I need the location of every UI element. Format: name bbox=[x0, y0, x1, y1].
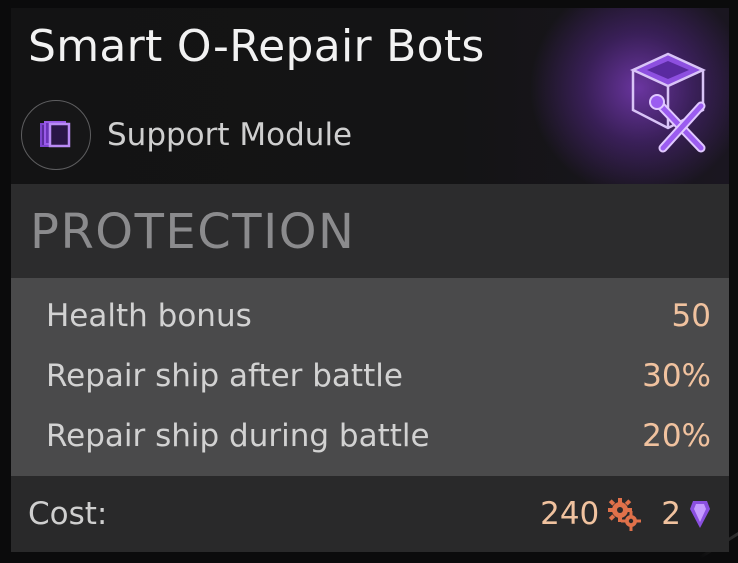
stat-value: 30% bbox=[642, 358, 711, 394]
stat-label: Health bonus bbox=[46, 298, 252, 334]
cost-footer: Cost: 240 2 bbox=[11, 476, 729, 552]
stats-list: Health bonus 50 Repair ship after battle… bbox=[11, 278, 729, 476]
stat-value: 20% bbox=[642, 418, 711, 454]
repair-bot-module-icon bbox=[629, 52, 707, 153]
cost-label: Cost: bbox=[28, 496, 108, 532]
section-header: PROTECTION bbox=[11, 184, 729, 278]
crystal-amount: 2 bbox=[661, 496, 681, 532]
module-header: Smart O-Repair Bots Support Module bbox=[11, 8, 729, 198]
module-title: Smart O-Repair Bots bbox=[28, 21, 485, 72]
cost-values: 240 2 bbox=[540, 494, 711, 534]
stat-label: Repair ship after battle bbox=[46, 358, 403, 394]
module-type: Support Module bbox=[21, 97, 352, 173]
stat-label: Repair ship during battle bbox=[46, 418, 430, 454]
crystal-icon bbox=[690, 501, 710, 528]
section-title: PROTECTION bbox=[30, 204, 356, 260]
resource-amount: 240 bbox=[540, 496, 600, 532]
stat-row-repair-during-battle: Repair ship during battle 20% bbox=[46, 418, 711, 458]
support-module-icon bbox=[21, 100, 91, 170]
gears-icon bbox=[608, 498, 642, 531]
stat-row-repair-after-battle: Repair ship after battle 30% bbox=[46, 358, 711, 398]
stat-value: 50 bbox=[671, 298, 711, 334]
module-type-label: Support Module bbox=[107, 117, 353, 153]
module-info-card: Smart O-Repair Bots Support Module PROTE… bbox=[11, 8, 729, 552]
stat-row-health-bonus: Health bonus 50 bbox=[46, 298, 711, 338]
